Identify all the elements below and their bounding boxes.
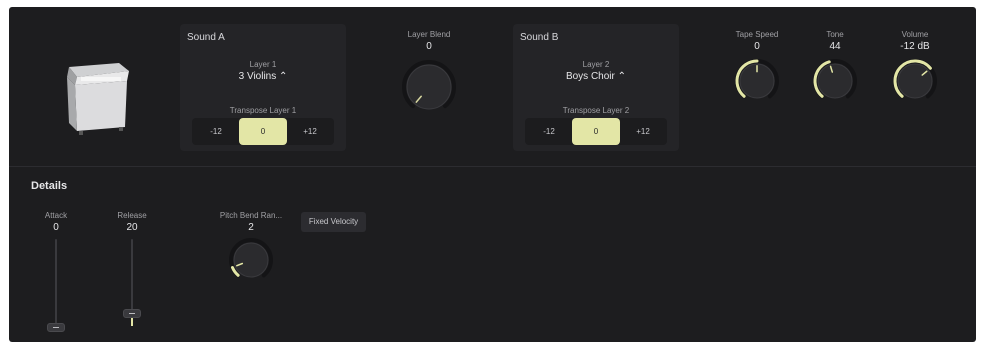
sound-a-title: Sound A [187,32,225,43]
transpose-layer-1-zero[interactable]: 0 [239,118,287,145]
details-title: Details [31,180,68,192]
fixed-velocity-button[interactable]: Fixed Velocity [301,212,366,232]
layer-1-select[interactable]: 3 Violins ⌃ [180,71,346,82]
attack-value: 0 [53,222,59,233]
knob-body [817,63,853,99]
pitch-bend-label: Pitch Bend Ran... [219,211,283,220]
release-value: 20 [126,222,138,233]
tape-speed-label: Tape Speed [735,30,779,39]
tone-label: Tone [826,30,844,39]
layer-blend-knob[interactable] [401,59,457,115]
tape-speed-knob[interactable] [734,58,780,104]
transpose-layer-2-selector: -12 0 +12 [525,118,667,145]
mellotron-instrument-image [67,63,129,135]
tone-value: 44 [829,41,841,52]
attack-label: Attack [44,211,68,220]
section-divider [9,166,976,167]
layer-blend-label: Layer Blend [407,30,451,39]
transpose-layer-1-minus12[interactable]: -12 [192,118,240,145]
volume-label: Volume [901,30,929,39]
sound-a-panel: Sound A Layer 1 3 Violins ⌃ Transpose La… [180,24,346,151]
release-slider-thumb[interactable] [123,309,141,318]
tape-speed-value: 0 [754,41,760,52]
sound-b-panel: Sound B Layer 2 Boys Choir ⌃ Transpose L… [513,24,679,151]
transpose-layer-2-minus12[interactable]: -12 [525,118,573,145]
attack-slider-track[interactable] [55,239,57,326]
transpose-layer-1-label: Transpose Layer 1 [229,106,297,115]
layer-blend-value: 0 [426,41,432,52]
attack-slider-thumb[interactable] [47,323,65,332]
layer-2-label: Layer 2 [582,60,610,69]
knob-body [233,242,269,278]
transpose-layer-1-selector: -12 0 +12 [192,118,334,145]
transpose-layer-2-label: Transpose Layer 2 [562,106,630,115]
knob-body [897,63,933,99]
pitch-bend-value: 2 [248,222,254,233]
pitch-bend-knob[interactable] [228,237,274,283]
tone-knob[interactable] [812,58,858,104]
transpose-layer-1-plus12[interactable]: +12 [286,118,334,145]
knob-body [406,64,452,110]
transpose-layer-2-zero[interactable]: 0 [572,118,620,145]
layer-1-label: Layer 1 [249,60,277,69]
volume-knob[interactable] [892,58,938,104]
sound-b-title: Sound B [520,32,559,43]
volume-value: -12 dB [900,41,930,52]
release-label: Release [117,211,147,220]
mellotron-plugin-window: Sound A Layer 1 3 Violins ⌃ Transpose La… [9,7,976,342]
layer-2-select[interactable]: Boys Choir ⌃ [513,71,679,82]
transpose-layer-2-plus12[interactable]: +12 [619,118,667,145]
